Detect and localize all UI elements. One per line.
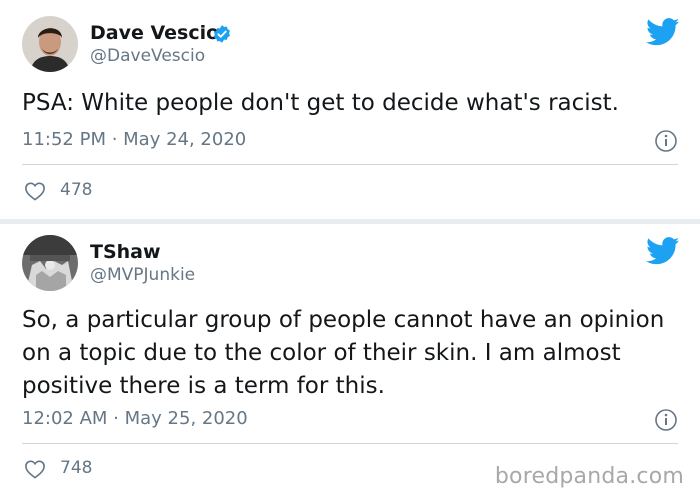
heart-icon[interactable] — [24, 459, 46, 479]
avatar[interactable] — [22, 235, 78, 291]
twitter-bird-icon — [646, 18, 680, 46]
like-count: 748 — [60, 458, 93, 478]
tweet-timestamp[interactable]: 11:52 PM · May 24, 2020 — [22, 129, 246, 150]
author-handle[interactable]: @DaveVescio — [90, 46, 205, 66]
info-icon[interactable] — [654, 408, 678, 432]
tweet-card: Dave Vescio @DaveVescio PSA: White peopl… — [0, 0, 700, 219]
author-name[interactable]: Dave Vescio — [90, 22, 219, 44]
watermark: boredpanda.com — [494, 464, 684, 489]
author-name[interactable]: TShaw — [90, 241, 161, 263]
twitter-bird-icon — [646, 237, 680, 265]
verified-badge-icon — [214, 25, 230, 43]
heart-icon[interactable] — [24, 181, 46, 201]
tweet-text: PSA: White people don't get to decide wh… — [22, 90, 619, 116]
info-icon[interactable] — [654, 129, 678, 153]
divider — [22, 443, 678, 444]
divider — [22, 164, 678, 165]
author-handle[interactable]: @MVPJunkie — [90, 265, 195, 285]
tweet-timestamp[interactable]: 12:02 AM · May 25, 2020 — [22, 408, 248, 429]
like-count: 478 — [60, 180, 93, 200]
tweet-text: So, a particular group of people cannot … — [22, 307, 665, 399]
tweet-card: TShaw @MVPJunkie So, a particular group … — [0, 224, 700, 499]
avatar[interactable] — [22, 16, 78, 72]
